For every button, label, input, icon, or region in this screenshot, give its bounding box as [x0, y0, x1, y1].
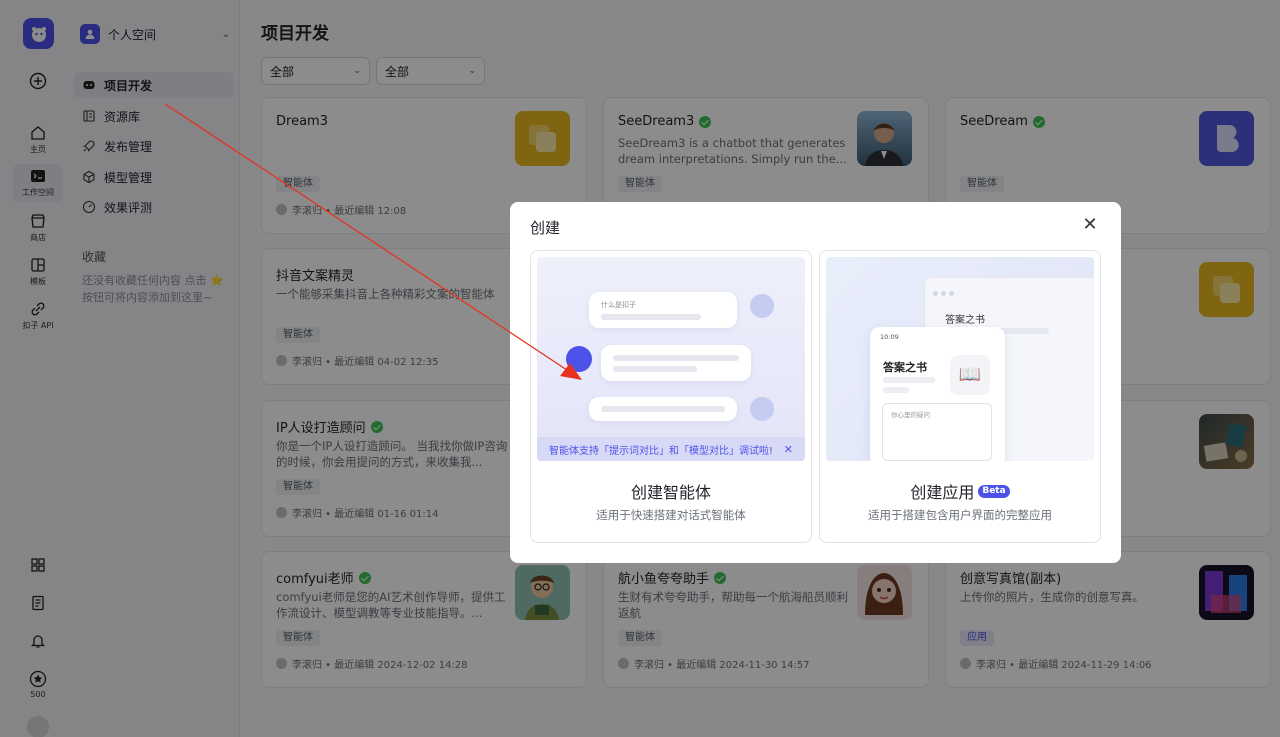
annotation-arrow [164, 103, 582, 380]
